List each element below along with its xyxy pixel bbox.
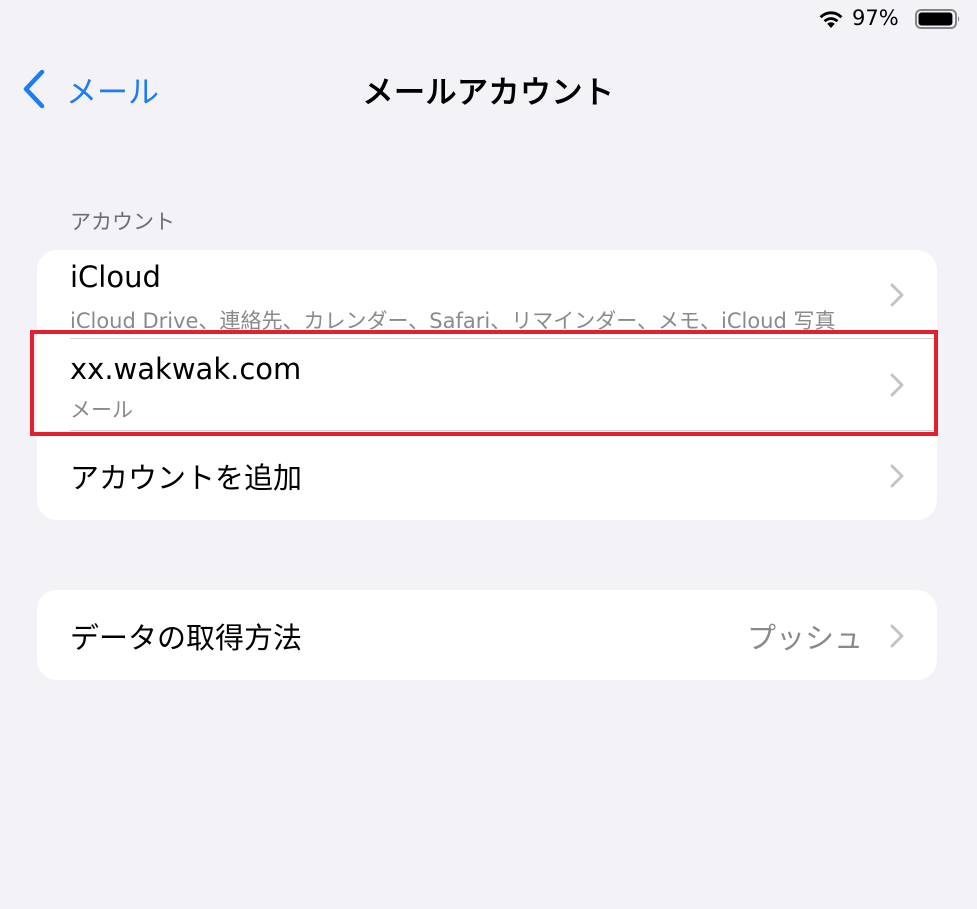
chevron-right-icon — [890, 283, 904, 307]
account-row-icloud[interactable]: iCloud iCloud Drive、連絡先、カレンダー、Safari、リマイ… — [37, 250, 937, 338]
highlight-box — [30, 330, 938, 436]
fetch-new-data-value: プッシュ — [746, 621, 863, 655]
mail-accounts-screen: 97% メール メールアカウント アカウント iCloud iCloud Dri… — [0, 0, 977, 909]
fetch-new-data-label: データの取得方法 — [70, 621, 303, 655]
wifi-icon — [819, 11, 843, 28]
fetch-new-data-row[interactable]: データの取得方法 プッシュ — [37, 590, 937, 680]
section-header-accounts: アカウント — [70, 210, 175, 234]
add-account-label: アカウントを追加 — [70, 461, 303, 495]
add-account-button[interactable]: アカウントを追加 — [37, 431, 937, 520]
chevron-right-icon — [890, 624, 904, 648]
battery-icon — [915, 9, 960, 29]
chevron-right-icon — [890, 464, 904, 488]
battery-percentage: 97% — [852, 6, 899, 30]
fetch-settings-list: データの取得方法 プッシュ — [37, 590, 937, 680]
page-title: メールアカウント — [362, 75, 615, 111]
account-title: iCloud — [70, 260, 161, 294]
